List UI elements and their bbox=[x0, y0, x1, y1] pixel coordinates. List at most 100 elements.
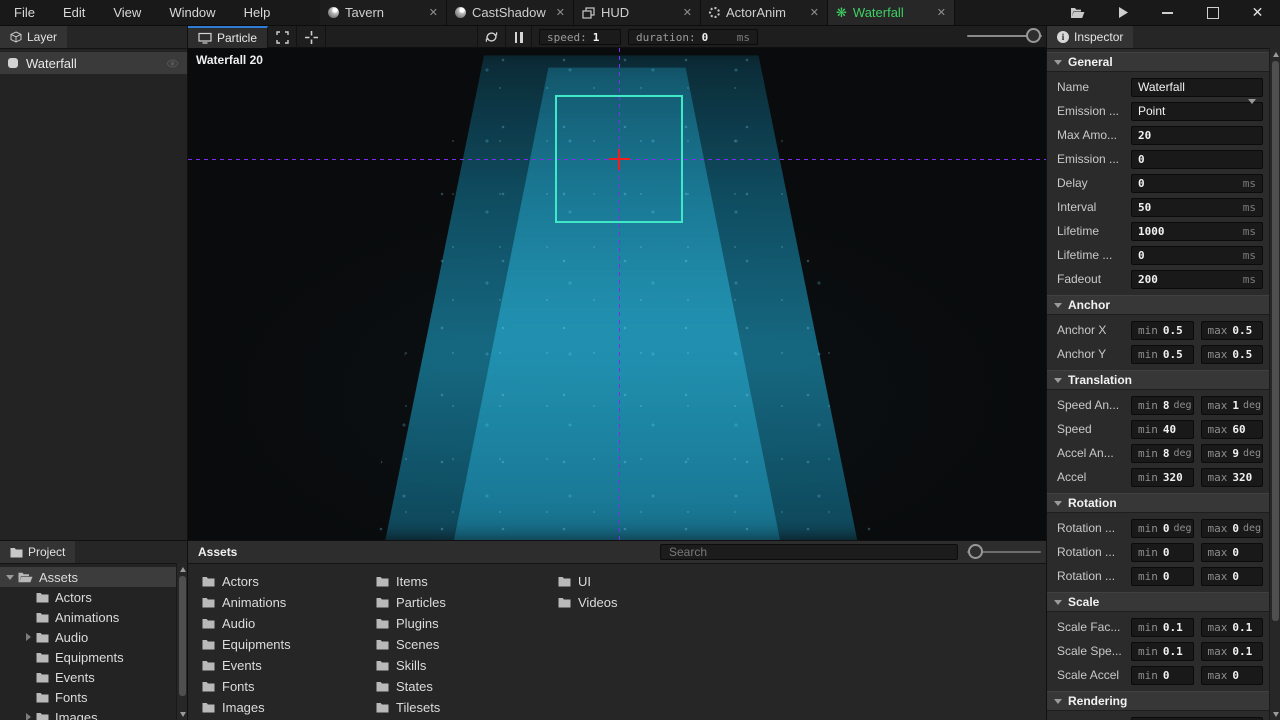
caret-down-icon[interactable] bbox=[4, 575, 16, 580]
thumbnail-slider-knob[interactable] bbox=[968, 544, 983, 559]
scrollbar-thumb[interactable] bbox=[179, 576, 186, 696]
property-min-input[interactable]: min320 bbox=[1131, 468, 1194, 487]
property-min-input[interactable]: min0 bbox=[1131, 543, 1194, 562]
property-max-input[interactable]: max0.5 bbox=[1201, 345, 1264, 364]
property-max-input[interactable]: max0.5 bbox=[1201, 321, 1264, 340]
scroll-up-button[interactable] bbox=[1270, 48, 1280, 60]
layer-panel-tab[interactable]: Layer bbox=[0, 26, 67, 48]
fit-view-button[interactable] bbox=[268, 26, 297, 48]
property-min-input[interactable]: min8deg bbox=[1131, 396, 1194, 415]
open-project-button[interactable] bbox=[1055, 0, 1100, 25]
project-tree-scrollbar[interactable] bbox=[176, 563, 187, 720]
scroll-down-button[interactable] bbox=[177, 708, 188, 720]
property-min-input[interactable]: min0.1 bbox=[1131, 618, 1194, 637]
particle-canvas[interactable]: Waterfall 20 bbox=[188, 48, 1046, 540]
search-input[interactable] bbox=[660, 544, 958, 560]
asset-folder-equipments[interactable]: Equipments bbox=[202, 634, 372, 655]
maximize-button[interactable] bbox=[1190, 0, 1235, 25]
property-min-input[interactable]: min0 bbox=[1131, 666, 1194, 685]
scroll-up-button[interactable] bbox=[177, 563, 188, 575]
property-min-input[interactable]: min40 bbox=[1131, 420, 1194, 439]
layer-item-waterfall[interactable]: Waterfall bbox=[0, 52, 187, 74]
close-tab-icon[interactable]: ✕ bbox=[683, 6, 692, 19]
asset-folder-items[interactable]: Items bbox=[376, 571, 546, 592]
tab-actoranim[interactable]: ActorAnim✕ bbox=[701, 0, 828, 25]
tree-item-equipments[interactable]: Equipments bbox=[0, 647, 176, 667]
property-max-input[interactable]: max60 bbox=[1201, 420, 1264, 439]
menu-item-edit[interactable]: Edit bbox=[49, 0, 99, 25]
close-tab-icon[interactable]: ✕ bbox=[810, 6, 819, 19]
property-input[interactable]: 0ms bbox=[1131, 246, 1263, 265]
tree-item-animations[interactable]: Animations bbox=[0, 607, 176, 627]
zoom-slider[interactable] bbox=[967, 26, 1042, 48]
menu-item-file[interactable]: File bbox=[0, 0, 49, 25]
property-min-input[interactable]: min0 bbox=[1131, 567, 1194, 586]
property-max-input[interactable]: max0deg bbox=[1201, 519, 1264, 538]
close-tab-icon[interactable]: ✕ bbox=[937, 6, 946, 19]
tree-item-events[interactable]: Events bbox=[0, 667, 176, 687]
property-input[interactable]: 0ms bbox=[1131, 174, 1263, 193]
thumbnail-size-slider[interactable] bbox=[967, 542, 1041, 562]
tree-item-fonts[interactable]: Fonts bbox=[0, 687, 176, 707]
asset-folder-scenes[interactable]: Scenes bbox=[376, 634, 546, 655]
section-header-general[interactable]: General bbox=[1047, 52, 1269, 72]
center-view-button[interactable] bbox=[297, 26, 326, 48]
asset-folder-animations[interactable]: Animations bbox=[202, 592, 372, 613]
close-window-button[interactable]: ✕ bbox=[1235, 0, 1280, 25]
property-min-input[interactable]: min0.5 bbox=[1131, 321, 1194, 340]
tree-item-images[interactable]: Images bbox=[0, 707, 176, 720]
asset-folder-ui[interactable]: UI bbox=[558, 571, 728, 592]
section-header-rotation[interactable]: Rotation bbox=[1047, 493, 1269, 513]
tree-item-actors[interactable]: Actors bbox=[0, 587, 176, 607]
scrollbar-thumb[interactable] bbox=[1272, 61, 1279, 621]
property-min-input[interactable]: min0.1 bbox=[1131, 642, 1194, 661]
pause-button[interactable] bbox=[506, 26, 532, 48]
zoom-slider-knob[interactable] bbox=[1026, 28, 1041, 43]
menu-item-help[interactable]: Help bbox=[230, 0, 285, 25]
asset-folder-fonts[interactable]: Fonts bbox=[202, 676, 372, 697]
speed-field[interactable]: speed: 1 bbox=[539, 29, 621, 45]
minimize-button[interactable] bbox=[1145, 0, 1190, 25]
asset-folder-events[interactable]: Events bbox=[202, 655, 372, 676]
asset-folder-tilesets[interactable]: Tilesets bbox=[376, 697, 546, 718]
asset-folder-images[interactable]: Images bbox=[202, 697, 372, 718]
tree-item-assets[interactable]: Assets bbox=[0, 567, 176, 587]
property-max-input[interactable]: max9deg bbox=[1201, 444, 1264, 463]
tab-hud[interactable]: HUD✕ bbox=[574, 0, 701, 25]
asset-folder-videos[interactable]: Videos bbox=[558, 592, 728, 613]
property-input[interactable]: 200ms bbox=[1131, 270, 1263, 289]
property-input[interactable]: 20 bbox=[1131, 126, 1263, 145]
section-header-translation[interactable]: Translation bbox=[1047, 370, 1269, 390]
property-min-input[interactable]: min0deg bbox=[1131, 519, 1194, 538]
restart-button[interactable] bbox=[477, 26, 506, 48]
property-input[interactable]: 1000ms bbox=[1131, 222, 1263, 241]
caret-right-icon[interactable] bbox=[22, 633, 34, 641]
property-input[interactable]: 50ms bbox=[1131, 198, 1263, 217]
section-header-rendering[interactable]: Rendering bbox=[1047, 691, 1269, 711]
tab-tavern[interactable]: Tavern✕ bbox=[320, 0, 447, 25]
tree-item-audio[interactable]: Audio bbox=[0, 627, 176, 647]
property-max-input[interactable]: max0.1 bbox=[1201, 642, 1264, 661]
scroll-down-button[interactable] bbox=[1270, 708, 1280, 720]
property-input[interactable]: Waterfall bbox=[1131, 78, 1263, 97]
menu-item-view[interactable]: View bbox=[99, 0, 155, 25]
asset-folder-plugins[interactable]: Plugins bbox=[376, 613, 546, 634]
caret-right-icon[interactable] bbox=[22, 713, 34, 720]
inspector-panel-tab[interactable]: i Inspector bbox=[1047, 26, 1133, 48]
menu-item-window[interactable]: Window bbox=[155, 0, 229, 25]
property-max-input[interactable]: max0 bbox=[1201, 543, 1264, 562]
property-min-input[interactable]: min8deg bbox=[1131, 444, 1194, 463]
play-button[interactable] bbox=[1100, 0, 1145, 25]
property-max-input[interactable]: max1deg bbox=[1201, 396, 1264, 415]
property-max-input[interactable]: max0.1 bbox=[1201, 618, 1264, 637]
particle-tab[interactable]: Particle bbox=[188, 26, 268, 48]
inspector-scrollbar[interactable] bbox=[1269, 48, 1280, 720]
close-tab-icon[interactable]: ✕ bbox=[429, 6, 438, 19]
tab-castshadow[interactable]: CastShadow✕ bbox=[447, 0, 574, 25]
project-panel-tab[interactable]: Project bbox=[0, 541, 75, 563]
asset-folder-actors[interactable]: Actors bbox=[202, 571, 372, 592]
property-max-input[interactable]: max0 bbox=[1201, 666, 1264, 685]
asset-folder-particles[interactable]: Particles bbox=[376, 592, 546, 613]
asset-folder-states[interactable]: States bbox=[376, 676, 546, 697]
property-input[interactable]: 0 bbox=[1131, 150, 1263, 169]
